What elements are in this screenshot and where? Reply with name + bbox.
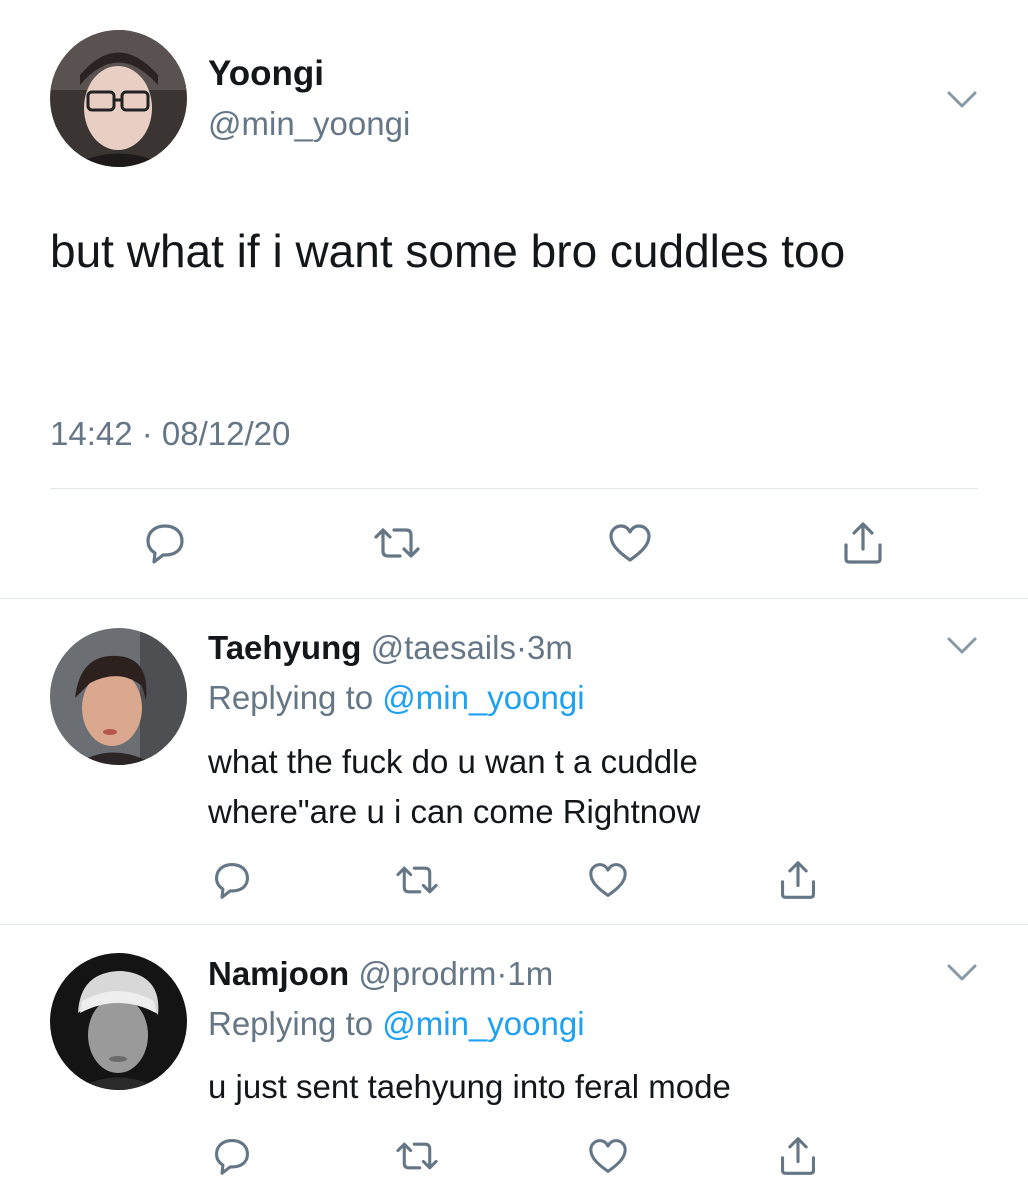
share-button[interactable] bbox=[776, 1132, 820, 1180]
reply-text-line: where"are u i can come Rightnow bbox=[208, 793, 701, 830]
author-handle[interactable]: @taesails bbox=[371, 629, 516, 666]
reply-text: what the fuck do u wan t a cuddle where"… bbox=[208, 737, 968, 837]
chevron-down-icon[interactable] bbox=[946, 89, 978, 111]
reply-button[interactable] bbox=[210, 1134, 254, 1178]
reply-button[interactable] bbox=[140, 518, 190, 568]
share-button[interactable] bbox=[838, 516, 888, 570]
retweet-button[interactable] bbox=[370, 518, 424, 568]
avatar[interactable] bbox=[50, 953, 187, 1090]
replying-label: Replying to bbox=[208, 679, 374, 716]
retweet-button[interactable] bbox=[392, 858, 442, 902]
reply-text-line: what the fuck do u wan t a cuddle bbox=[208, 743, 698, 780]
reply-header: Namjoon @prodrm·1m bbox=[208, 954, 553, 994]
tweet-text: but what if i want some bro cuddles too bbox=[50, 225, 846, 277]
tweet-timestamp[interactable]: 14:42 · 08/12/20 bbox=[50, 414, 290, 454]
share-icon bbox=[781, 1137, 815, 1175]
reply-time[interactable]: 1m bbox=[507, 955, 553, 992]
chevron-down-icon[interactable] bbox=[946, 962, 978, 984]
author-name[interactable]: Taehyung bbox=[208, 629, 361, 666]
share-icon bbox=[781, 861, 815, 899]
reply-icon bbox=[215, 1139, 249, 1175]
heart-icon bbox=[589, 1139, 627, 1173]
author-name[interactable]: Yoongi bbox=[208, 54, 324, 94]
divider bbox=[0, 598, 1028, 599]
divider bbox=[50, 488, 978, 489]
separator-dot: · bbox=[515, 629, 527, 666]
reply-header: Taehyung @taesails·3m bbox=[208, 628, 573, 668]
author-name[interactable]: Namjoon bbox=[208, 955, 349, 992]
reply-icon bbox=[146, 524, 184, 564]
reply-icon bbox=[215, 863, 249, 899]
reply-time[interactable]: 3m bbox=[527, 629, 573, 666]
like-button[interactable] bbox=[605, 518, 655, 568]
avatar[interactable] bbox=[50, 30, 187, 167]
reply-button[interactable] bbox=[210, 858, 254, 902]
separator-dot: · bbox=[496, 955, 508, 992]
author-handle[interactable]: @min_yoongi bbox=[208, 104, 410, 144]
author-handle[interactable]: @prodrm bbox=[358, 955, 496, 992]
retweet-icon bbox=[396, 1142, 438, 1170]
reply-text: u just sent taehyung into feral mode bbox=[208, 1062, 968, 1112]
mention-link[interactable]: @min_yoongi bbox=[382, 1005, 584, 1042]
reply-text-line: u just sent taehyung into feral mode bbox=[208, 1068, 731, 1105]
retweet-button[interactable] bbox=[392, 1134, 442, 1178]
replying-to: Replying to @min_yoongi bbox=[208, 1004, 585, 1044]
divider bbox=[0, 924, 1028, 925]
heart-icon bbox=[589, 863, 627, 897]
avatar[interactable] bbox=[50, 628, 187, 765]
share-icon bbox=[844, 522, 882, 564]
replying-to: Replying to @min_yoongi bbox=[208, 678, 585, 718]
heart-icon bbox=[609, 524, 651, 562]
retweet-icon bbox=[396, 866, 438, 894]
retweet-icon bbox=[374, 528, 420, 558]
mention-link[interactable]: @min_yoongi bbox=[382, 679, 584, 716]
share-button[interactable] bbox=[776, 856, 820, 904]
chevron-down-icon[interactable] bbox=[946, 635, 978, 657]
like-button[interactable] bbox=[585, 1134, 631, 1178]
like-button[interactable] bbox=[585, 858, 631, 902]
replying-label: Replying to bbox=[208, 1005, 374, 1042]
